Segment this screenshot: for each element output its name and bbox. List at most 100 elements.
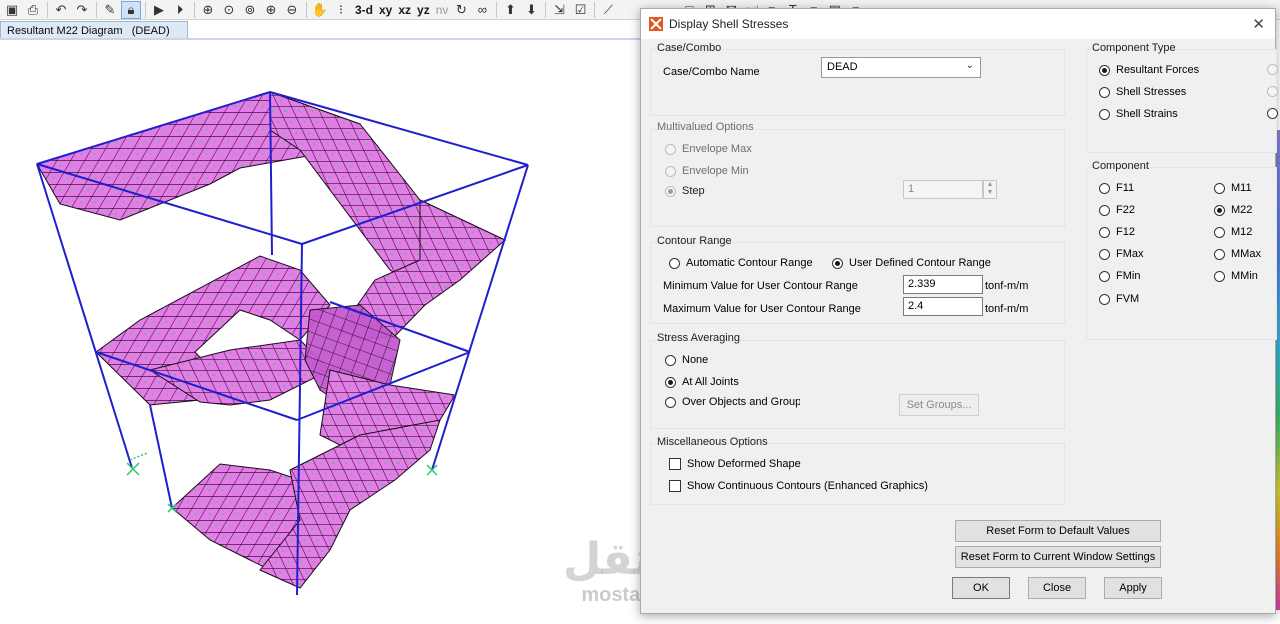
zoom-previous-icon[interactable]: ⊚ <box>240 1 260 19</box>
shell-stresses-label: Shell Stresses <box>1116 86 1187 98</box>
show-deformed-label: Show Deformed Shape <box>687 458 801 470</box>
pencil-icon[interactable]: ✎ <box>100 1 120 19</box>
app-logo-icon <box>649 17 663 31</box>
min-unit-label: tonf-m/m <box>985 280 1029 292</box>
radio-dot <box>665 165 676 177</box>
f22-radio[interactable]: F22 <box>1099 204 1135 216</box>
case-combo-name-label: Case/Combo Name <box>663 66 760 78</box>
m11-label: M11 <box>1231 182 1252 194</box>
view-yz-button[interactable]: yz <box>414 1 433 19</box>
none-label: None <box>682 354 709 366</box>
misc-options-group-label: Miscellaneous Options <box>657 436 768 448</box>
show-deformed-checkbox[interactable]: Show Deformed Shape <box>669 458 801 470</box>
print-icon[interactable]: ⎙ <box>23 1 43 19</box>
step-radio[interactable]: Step <box>665 185 705 197</box>
lock-icon[interactable]: 🔒︎ <box>121 0 141 19</box>
run-icon[interactable]: ▶ <box>149 1 169 19</box>
max-value-input[interactable]: 2.4 <box>903 297 983 316</box>
m12-label: M12 <box>1231 226 1253 238</box>
model-viewport[interactable] <box>0 40 640 624</box>
rotate-icon[interactable]: ↻ <box>451 1 471 19</box>
extra-radio-3[interactable] <box>1267 108 1280 119</box>
shell-stress-model <box>36 91 529 596</box>
all-joints-radio[interactable]: At All Joints <box>665 376 739 388</box>
case-combo-select[interactable]: DEAD ⌄ <box>821 57 981 78</box>
view-3d-button[interactable]: 3-d <box>352 1 376 19</box>
envelope-min-radio[interactable]: Envelope Min <box>665 165 749 177</box>
fvm-radio[interactable]: FVM <box>1099 293 1139 305</box>
zoom-full-icon[interactable]: ⊙ <box>219 1 239 19</box>
radio-dot <box>1099 226 1110 238</box>
multivalued-group-label: Multivalued Options <box>657 121 754 133</box>
all-joints-label: At All Joints <box>682 376 739 388</box>
mmax-radio[interactable]: MMax <box>1214 248 1261 260</box>
m12-radio[interactable]: M12 <box>1214 226 1252 238</box>
f11-radio[interactable]: F11 <box>1099 182 1134 194</box>
user-defined-contour-radio[interactable]: User Defined Contour Range <box>832 257 991 269</box>
app-window: ▣ ⎙ ↶ ↷ ✎ 🔒︎ ▶ ⏵ ⊕ ⊙ ⊚ ⊕ ⊖ ✋ ⁝ 3-d xy xz… <box>0 0 1280 624</box>
view-xy-button[interactable]: xy <box>376 1 395 19</box>
automatic-contour-label: Automatic Contour Range <box>686 257 813 269</box>
misc-options-frame <box>650 443 1065 505</box>
show-continuous-checkbox[interactable]: Show Continuous Contours (Enhanced Graph… <box>669 480 928 492</box>
spin-up-icon[interactable]: ▲ <box>984 181 996 189</box>
min-value-input[interactable]: 2.339 <box>903 275 983 294</box>
zoom-window-icon[interactable]: ⊕ <box>198 1 218 19</box>
redo-icon[interactable]: ↷ <box>72 1 92 19</box>
radio-dot <box>1214 270 1225 282</box>
close-icon[interactable]: ✕ <box>1252 15 1265 33</box>
graph-icon[interactable]: ⟋ <box>598 1 618 19</box>
m22-radio[interactable]: M22 <box>1214 204 1252 216</box>
shell-strains-radio[interactable]: Shell Strains <box>1099 108 1178 120</box>
set-groups-button[interactable]: Set Groups... <box>899 394 979 416</box>
rubber-band-icon[interactable]: ⁝ <box>331 1 351 19</box>
none-radio[interactable]: None <box>665 354 708 366</box>
f12-radio[interactable]: F12 <box>1099 226 1135 238</box>
f22-label: F22 <box>1116 204 1135 216</box>
extra-radio-1[interactable] <box>1267 64 1280 75</box>
show-continuous-label: Show Continuous Contours (Enhanced Graph… <box>687 480 928 492</box>
zoom-in-icon[interactable]: ⊕ <box>261 1 281 19</box>
shrink-icon[interactable]: ⇲ <box>549 1 569 19</box>
move-down-icon[interactable]: ⬇ <box>521 1 541 19</box>
pan-hand-icon[interactable]: ✋ <box>310 1 330 19</box>
mmin-radio[interactable]: MMin <box>1214 270 1258 282</box>
envelope-max-label: Envelope Max <box>682 143 752 155</box>
save-icon[interactable]: ▣ <box>2 1 22 19</box>
perspective-glasses-icon[interactable]: ∞ <box>472 1 492 19</box>
over-objects-radio[interactable]: Over Objects and Groups <box>665 396 800 408</box>
radio-dot <box>1267 64 1278 75</box>
toolbar-separator <box>594 1 596 18</box>
step-spinner[interactable]: ▲ ▼ <box>983 180 997 199</box>
envelope-min-label: Envelope Min <box>682 165 749 177</box>
step-value-input[interactable]: 1 <box>903 180 983 199</box>
spin-down-icon[interactable]: ▼ <box>984 189 996 197</box>
fmin-radio[interactable]: FMin <box>1099 270 1140 282</box>
check-box-icon[interactable]: ☑ <box>570 1 590 19</box>
view-xz-button[interactable]: xz <box>395 1 414 19</box>
radio-dot <box>1099 64 1110 76</box>
step-label: Step <box>682 185 705 197</box>
undo-icon[interactable]: ↶ <box>51 1 71 19</box>
min-value-label: Minimum Value for User Contour Range <box>663 280 858 292</box>
reset-current-button[interactable]: Reset Form to Current Window Settings <box>955 546 1161 568</box>
m11-radio[interactable]: M11 <box>1214 182 1252 194</box>
extra-radio-2[interactable] <box>1267 86 1280 97</box>
radio-dot <box>665 396 676 408</box>
shell-stresses-radio[interactable]: Shell Stresses <box>1099 86 1186 98</box>
automatic-contour-radio[interactable]: Automatic Contour Range <box>669 257 813 269</box>
move-up-icon[interactable]: ⬆ <box>500 1 520 19</box>
run-steps-icon[interactable]: ⏵ <box>170 1 190 19</box>
reset-default-button[interactable]: Reset Form to Default Values <box>955 520 1161 542</box>
checkbox-box <box>669 458 681 470</box>
radio-dot <box>665 376 676 388</box>
apply-button[interactable]: Apply <box>1104 577 1162 599</box>
zoom-out-icon[interactable]: ⊖ <box>282 1 302 19</box>
ok-button[interactable]: OK <box>952 577 1010 599</box>
envelope-max-radio[interactable]: Envelope Max <box>665 143 752 155</box>
resultant-forces-radio[interactable]: Resultant Forces <box>1099 64 1199 76</box>
view-nv-button[interactable]: nv <box>433 1 452 19</box>
fmax-radio[interactable]: FMax <box>1099 248 1144 260</box>
close-button[interactable]: Close <box>1028 577 1086 599</box>
window-tab[interactable]: Resultant M22 Diagram (DEAD) <box>0 21 188 39</box>
